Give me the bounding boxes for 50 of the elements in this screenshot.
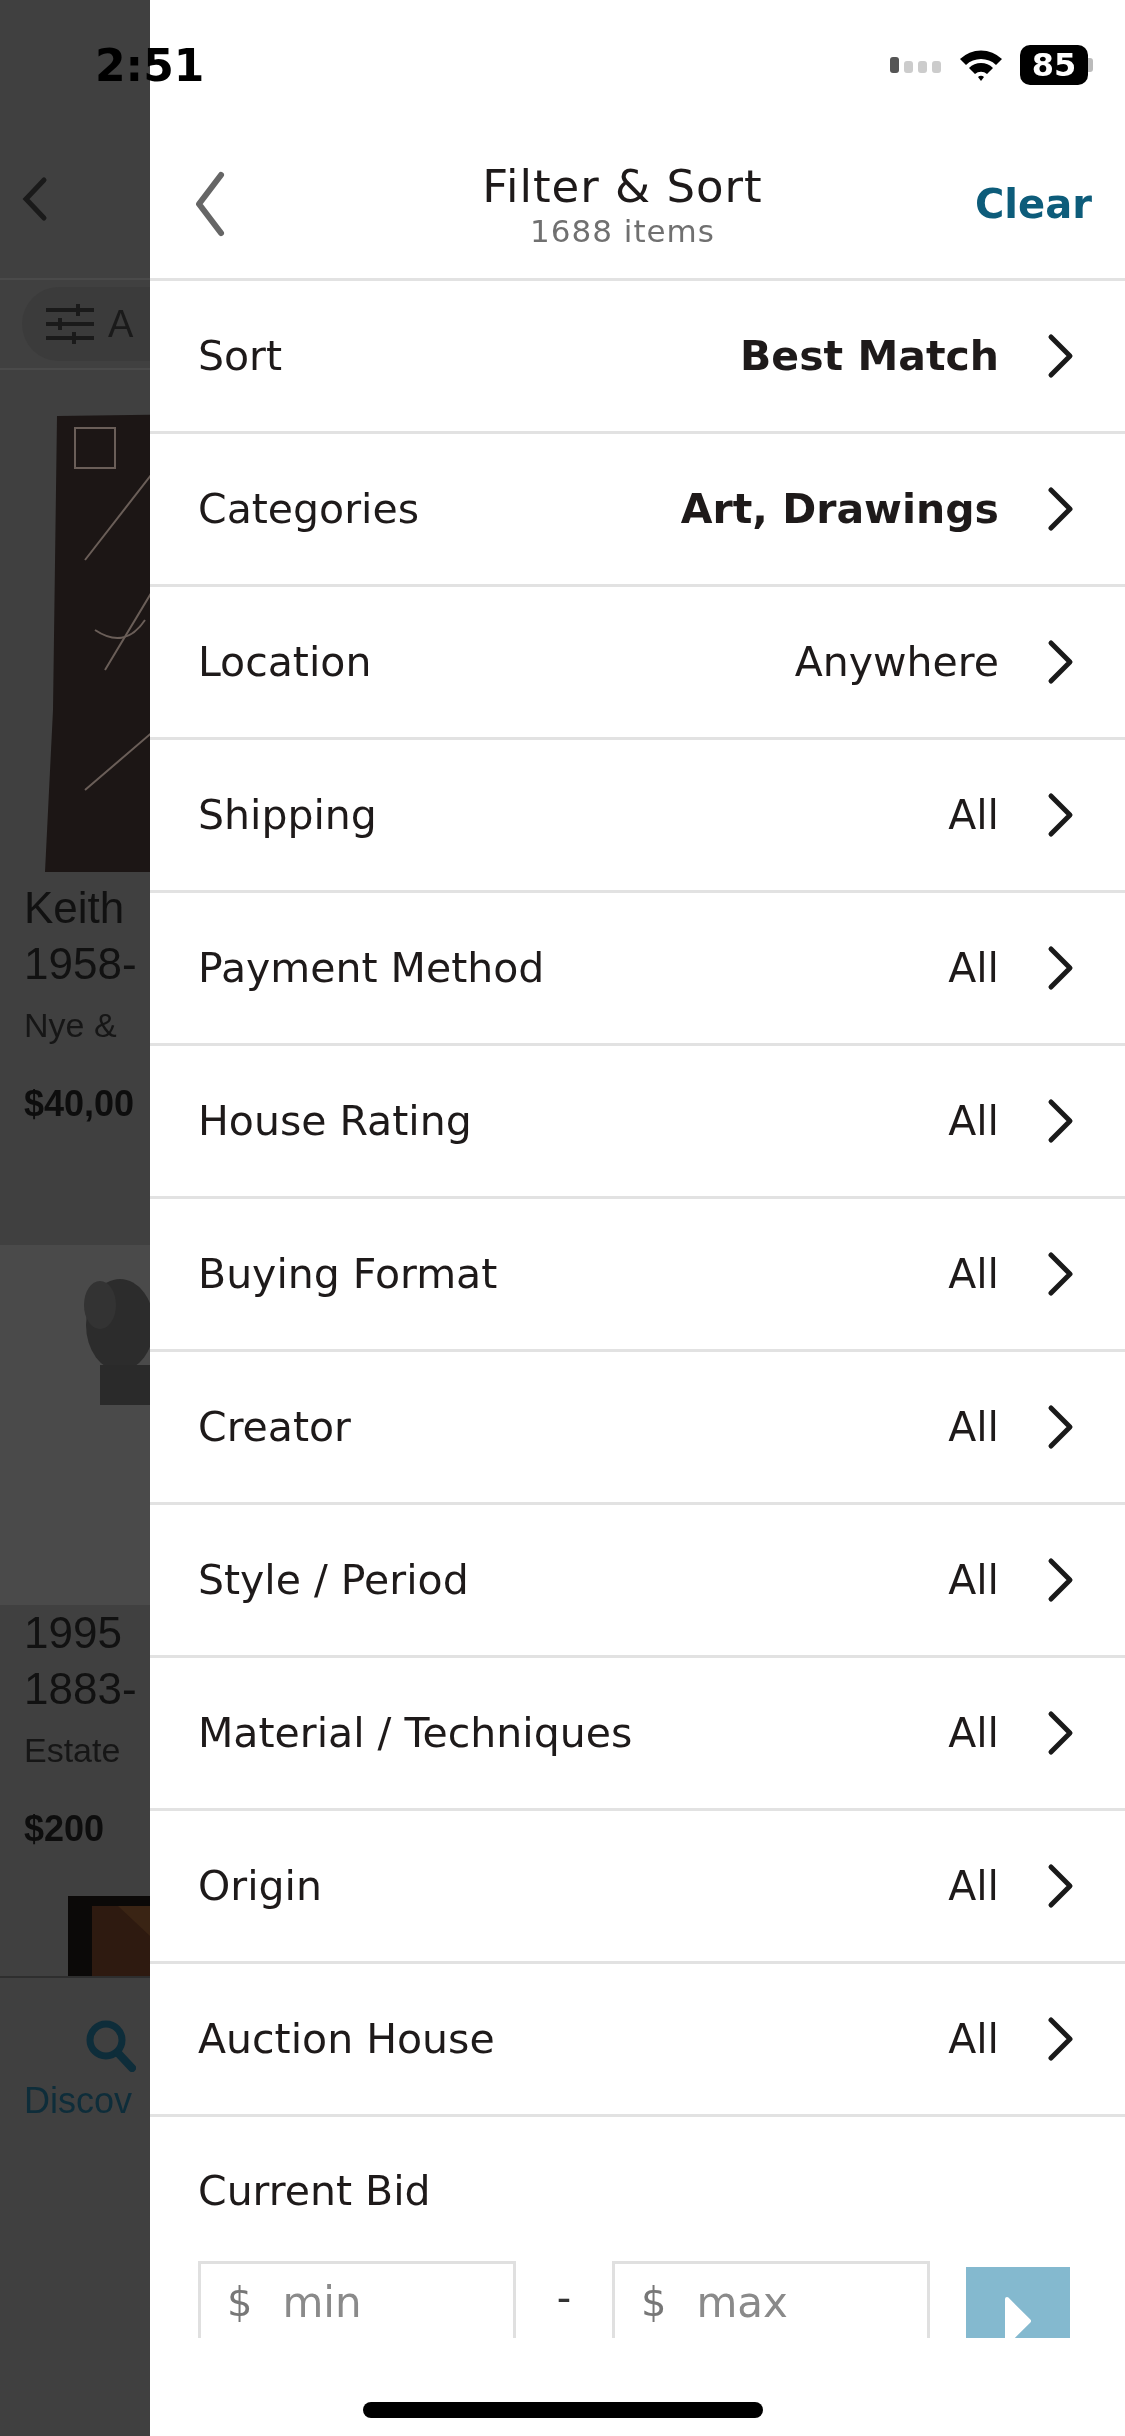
status-time: 2:51 — [95, 39, 205, 91]
filter-value[interactable]: All — [948, 1250, 999, 1298]
chevron-right-icon — [1047, 1710, 1075, 1756]
filter-value[interactable]: Anywhere — [794, 638, 999, 686]
filter-label[interactable]: Style / Period — [198, 1556, 923, 1604]
sliders-icon — [46, 304, 94, 344]
filter-value[interactable]: All — [948, 1709, 999, 1757]
panel-title: Filter & Sort — [482, 159, 763, 213]
play-icon — [1003, 2295, 1033, 2338]
filter-label[interactable]: Sort — [198, 332, 715, 380]
filter-label[interactable]: House Rating — [198, 1097, 923, 1145]
wifi-icon — [958, 47, 1004, 83]
filter-label[interactable]: Location — [198, 638, 769, 686]
filter-label[interactable]: Auction House — [198, 2015, 923, 2063]
chevron-right-icon — [1047, 639, 1075, 685]
signal-icon — [890, 55, 942, 75]
range-separator: - — [555, 2274, 573, 2321]
chevron-right-icon — [1047, 1557, 1075, 1603]
filter-value[interactable]: Best Match — [740, 332, 999, 380]
chevron-right-icon — [1047, 1098, 1075, 1144]
chevron-right-icon — [1047, 1404, 1075, 1450]
filter-value[interactable]: All — [948, 1556, 999, 1604]
max-field[interactable]: $ max — [612, 2261, 930, 2338]
chevron-right-icon — [1047, 486, 1075, 532]
chevron-right-icon — [1047, 2016, 1075, 2062]
clear-button[interactable]: Clear — [975, 181, 1092, 227]
filter-label[interactable]: Buying Format — [198, 1250, 923, 1298]
min-field[interactable]: $ min — [198, 2261, 516, 2338]
back-icon[interactable] — [195, 171, 225, 237]
filter-value[interactable]: All — [948, 1862, 999, 1910]
filter-label[interactable]: Origin — [198, 1862, 923, 1910]
filter-label[interactable]: Creator — [198, 1403, 923, 1451]
filter-value[interactable]: All — [948, 2015, 999, 2063]
filter-value[interactable]: All — [948, 1403, 999, 1451]
filter-label[interactable]: Categories — [198, 485, 655, 533]
filter-value[interactable]: All — [948, 791, 999, 839]
chevron-right-icon — [1047, 792, 1075, 838]
chevron-right-icon — [1047, 333, 1075, 379]
section-label: Current Bid — [198, 2167, 432, 2215]
search-icon[interactable] — [84, 2018, 136, 2072]
filter-label[interactable]: Shipping — [198, 791, 923, 839]
filter-label[interactable]: Payment Method — [198, 944, 923, 992]
filter-value[interactable]: All — [948, 1097, 999, 1145]
chevron-right-icon — [1047, 1863, 1075, 1909]
item-count: 1688 items — [530, 212, 715, 249]
filter-label[interactable]: Material / Techniques — [198, 1709, 923, 1757]
chevron-right-icon — [1047, 945, 1075, 991]
filter-value[interactable]: All — [948, 944, 999, 992]
chevron-right-icon — [1047, 1251, 1075, 1297]
filter-value[interactable]: Art, Drawings — [680, 485, 999, 533]
